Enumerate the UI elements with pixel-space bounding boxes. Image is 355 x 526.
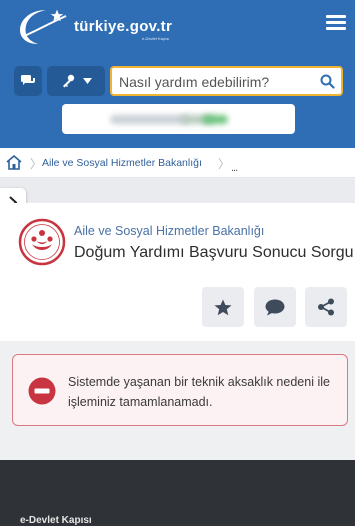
- home-icon[interactable]: [6, 155, 22, 170]
- key-icon: [62, 74, 74, 88]
- site-header: türkiye.gov.tr e-Devlet Kapısı: [0, 0, 355, 148]
- footer-title[interactable]: e-Devlet Kapısı: [20, 515, 92, 526]
- favorite-button[interactable]: [202, 287, 244, 327]
- chevron-right-icon: 〉: [30, 157, 43, 171]
- search-input[interactable]: [119, 73, 314, 91]
- content-strip: [0, 179, 355, 203]
- share-button[interactable]: [305, 287, 347, 327]
- share-icon: [318, 298, 334, 316]
- menu-icon[interactable]: [326, 15, 346, 33]
- search-box: [110, 66, 343, 96]
- user-info-bar[interactable]: [62, 104, 295, 134]
- service-title: Doğum Yardımı Başvuru Sonucu Sorgu...: [74, 244, 355, 261]
- star-icon: [214, 299, 232, 315]
- comment-button[interactable]: [254, 287, 296, 327]
- comment-icon: [265, 299, 285, 315]
- agency-emblem-icon: [18, 218, 66, 266]
- site-logo[interactable]: türkiye.gov.tr e-Devlet Kapısı: [16, 6, 206, 46]
- chevron-right-icon: 〉: [218, 157, 231, 171]
- chat-icon: [21, 75, 35, 85]
- logo-tagline: e-Devlet Kapısı: [142, 36, 170, 41]
- chat-button[interactable]: [14, 66, 42, 96]
- breadcrumb-more[interactable]: ...: [231, 162, 238, 174]
- login-button[interactable]: [47, 66, 105, 96]
- breadcrumb-item[interactable]: Aile ve Sosyal Hizmetler Bakanlığı: [42, 157, 202, 169]
- search-icon[interactable]: [320, 74, 335, 89]
- logo-crescent-icon: [20, 9, 67, 44]
- site-footer: e-Devlet Kapısı: [0, 460, 355, 526]
- chevron-down-icon: [82, 78, 92, 84]
- error-alert: Sistemde yaşanan bir teknik aksaklık ned…: [12, 354, 348, 426]
- error-icon: [28, 377, 56, 405]
- error-message: Sistemde yaşanan bir teknik aksaklık ned…: [68, 375, 330, 409]
- agency-name: Aile ve Sosyal Hizmetler Bakanlığı: [74, 224, 265, 238]
- breadcrumb: 〉 Aile ve Sosyal Hizmetler Bakanlığı 〉 .…: [0, 148, 355, 178]
- logo-text: türkiye.gov.tr: [74, 18, 173, 35]
